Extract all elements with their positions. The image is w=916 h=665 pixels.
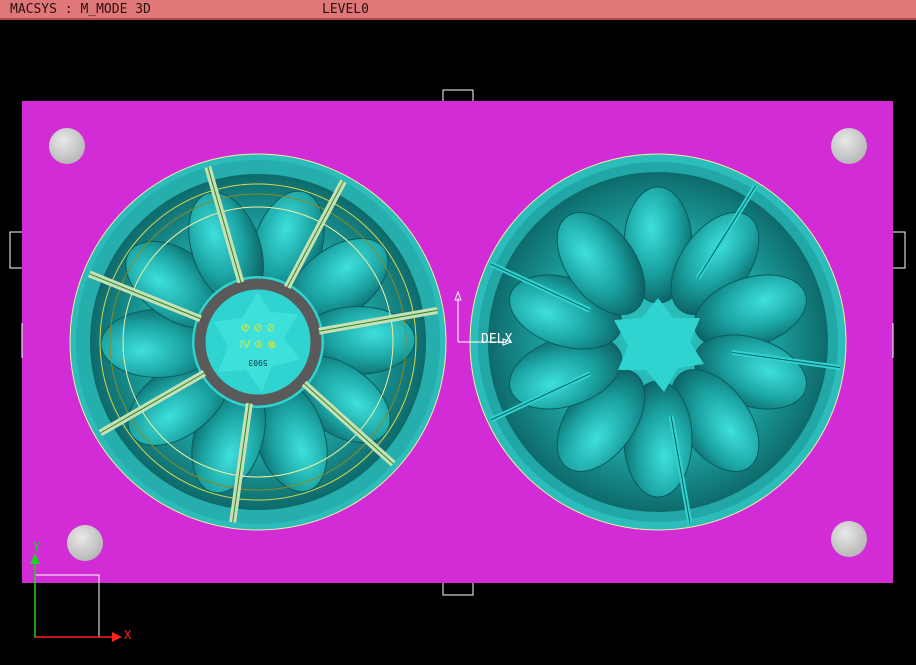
guide-hole-bottom-right[interactable] (831, 521, 867, 557)
engraving-mid: lⅤ ♔ ⊗ (240, 338, 277, 351)
title-bar: MACSYS : M_MODE 3D LEVEL0 (0, 0, 916, 20)
3d-viewport[interactable]: ⊘ ⊘ ⊘ lⅤ ♔ ⊗ 5903 DELX X Y (0, 22, 916, 665)
guide-hole-bottom-left[interactable] (67, 525, 103, 561)
axis-y-label: Y (33, 540, 41, 554)
app-mode-label: MACSYS : M_MODE 3D (10, 2, 151, 17)
engraving-bottom: 5903 (248, 358, 267, 367)
guide-hole-top-right[interactable] (831, 128, 867, 164)
guide-hole-top-left[interactable] (49, 128, 85, 164)
right-cavity[interactable] (469, 153, 847, 531)
origin-label: DELX (481, 332, 512, 347)
level-label: LEVEL0 (322, 2, 369, 17)
axis-x-label: X (124, 628, 132, 642)
engraving-top: ⊘ ⊘ ⊘ (241, 321, 276, 334)
